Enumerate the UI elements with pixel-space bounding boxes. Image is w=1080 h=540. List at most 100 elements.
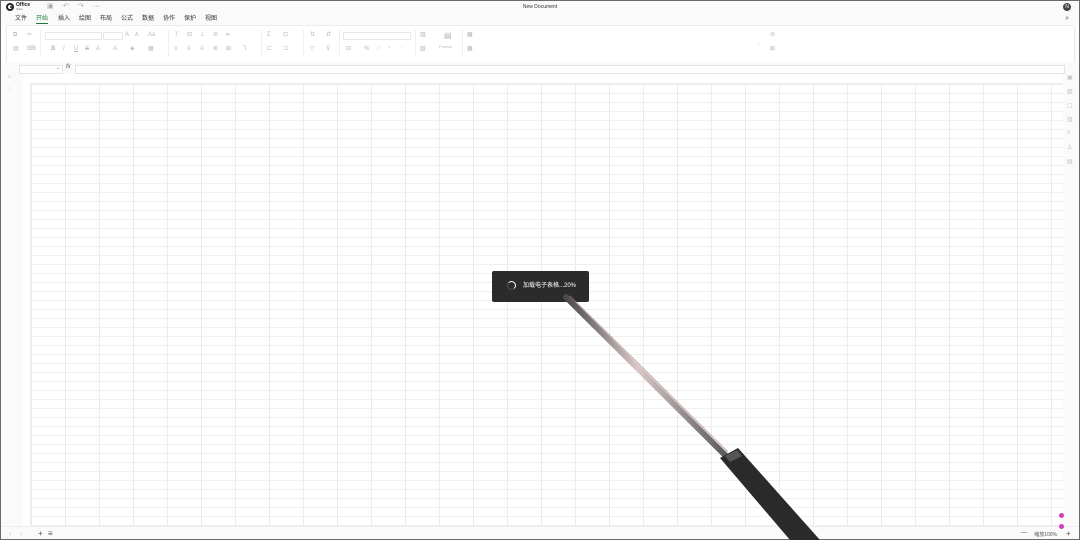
comments-icon[interactable]: ◌ — [8, 86, 12, 92]
strikethrough-icon[interactable]: S — [85, 46, 89, 53]
name-box-dropdown-icon[interactable]: ⌄ — [56, 65, 60, 72]
align-center-icon[interactable]: ≡ — [187, 46, 191, 53]
format-button-label[interactable]: Format — [439, 43, 452, 50]
sheet-list-button[interactable]: ≡ — [48, 529, 53, 538]
image-settings-icon[interactable]: ▨ — [1067, 88, 1073, 95]
increase-decimal-icon[interactable]: ⁺ — [388, 46, 391, 53]
sort-descending-icon[interactable]: ⇵ — [326, 32, 331, 39]
tab-formulas[interactable]: 公式 — [121, 15, 133, 23]
document-title: New Document — [522, 4, 558, 10]
tab-draw[interactable]: 绘图 — [79, 15, 91, 23]
left-sidebar: ⌕ ◌ — [1, 74, 23, 526]
align-top-icon[interactable]: ⊤ — [174, 32, 179, 39]
fill-color-icon[interactable]: ◈ — [130, 46, 135, 53]
cell-settings-icon[interactable]: ▣ — [1067, 74, 1073, 81]
underline-icon[interactable]: U — [74, 46, 78, 53]
formula-input[interactable] — [75, 65, 1065, 74]
copy-icon[interactable]: ⧉ — [13, 32, 17, 39]
ribbon-divider — [462, 30, 463, 56]
merge-cells-icon[interactable]: ⊞ — [226, 46, 231, 53]
filter-icon[interactable]: ▽ — [310, 46, 315, 53]
tab-protect[interactable]: 保护 — [184, 15, 196, 23]
ribbon-divider — [415, 30, 416, 56]
insert-table-icon[interactable]: ▦ — [467, 46, 473, 53]
decrease-decimal-icon[interactable]: ⁻ — [401, 46, 404, 53]
ribbon-collapse-icon[interactable]: ⌄ — [757, 39, 760, 46]
tab-view[interactable]: 视图 — [205, 15, 217, 23]
pivot-settings-icon[interactable]: ▤ — [1067, 158, 1073, 165]
align-left-icon[interactable]: ≡ — [174, 46, 178, 53]
ribbon-divider — [303, 30, 304, 56]
conditional-format-icon[interactable]: ▥ — [420, 32, 426, 39]
cell-style-icon[interactable]: ▧ — [420, 46, 426, 53]
fill-icon[interactable]: ⊡ — [283, 32, 288, 39]
zoom-level[interactable]: 缩放100% — [1034, 531, 1057, 538]
percent-icon[interactable]: % — [364, 46, 369, 53]
increase-font-icon[interactable]: A — [125, 32, 129, 39]
borders-icon[interactable]: ▦ — [148, 46, 154, 53]
title-bar: Office Suite ▣ ↶ ↷ ··· New Document N — [1, 1, 1079, 14]
subscript-icon[interactable]: A — [96, 46, 100, 53]
tab-home[interactable]: 开始 — [36, 15, 49, 24]
decrease-font-icon[interactable]: A — [135, 32, 138, 39]
insert-cells-icon[interactable]: ⊏ — [267, 46, 272, 53]
format-painter-icon[interactable]: ⌨ — [27, 46, 36, 53]
scroll-first-sheet-icon[interactable]: ‹ — [9, 529, 12, 538]
ribbon-divider — [339, 30, 340, 56]
loading-spinner-icon — [507, 281, 516, 290]
align-right-icon[interactable]: ≡ — [200, 46, 204, 53]
zoom-in-button[interactable]: + — [1066, 529, 1071, 538]
tab-layout[interactable]: 布局 — [100, 15, 112, 23]
font-size-select[interactable] — [103, 32, 123, 40]
autosum-icon[interactable]: Σ — [267, 32, 271, 39]
italic-icon[interactable]: I — [63, 46, 65, 53]
ribbon-divider — [40, 30, 41, 56]
replace-icon[interactable]: ⊠ — [770, 46, 775, 53]
scroll-last-sheet-icon[interactable]: › — [20, 529, 23, 538]
cut-icon[interactable]: ✂ — [27, 32, 32, 39]
zoom-out-button[interactable]: — — [1021, 529, 1027, 538]
text-orientation-icon[interactable]: ⊘ — [213, 32, 218, 39]
app-window: Office Suite ▣ ↶ ↷ ··· New Document N 文件… — [0, 0, 1080, 540]
avatar[interactable]: N — [1063, 3, 1071, 11]
insert-chart-icon[interactable]: ▦ — [467, 32, 473, 39]
loading-percent: 20% — [564, 283, 577, 289]
formula-bar: ⌄ fx — [1, 62, 1079, 74]
align-bottom-icon[interactable]: ⊥ — [200, 32, 205, 39]
bold-icon[interactable]: B — [51, 46, 55, 53]
change-case-icon[interactable]: Aa — [148, 32, 155, 39]
delete-cells-icon[interactable]: ⊐ — [283, 46, 288, 53]
search-icon[interactable]: ⌕ — [8, 74, 11, 81]
find-icon[interactable]: ⊜ — [770, 32, 775, 39]
number-format-select[interactable] — [343, 32, 411, 40]
sort-ascending-icon[interactable]: ⇅ — [310, 32, 315, 39]
clear-filter-icon[interactable]: ⊽ — [326, 46, 330, 53]
chart-settings-icon[interactable]: ▥ — [1067, 116, 1073, 123]
indent-icon[interactable]: ⇤ — [226, 32, 231, 39]
text-settings-icon[interactable]: ≡ — [1067, 130, 1071, 136]
fx-label[interactable]: fx — [66, 64, 71, 70]
font-color-icon[interactable]: A — [113, 46, 117, 53]
tab-insert[interactable]: 插入 — [58, 15, 70, 23]
comma-style-icon[interactable]: ♢ — [376, 46, 381, 53]
ribbon-divider — [168, 30, 169, 56]
signature-icon[interactable]: ♙ — [1067, 144, 1072, 151]
status-bar: ‹ › + ≡ — 缩放100% + — [1, 526, 1079, 539]
paste-icon[interactable]: ▤ — [13, 46, 19, 53]
font-family-select[interactable] — [45, 32, 102, 40]
tab-collaborate[interactable]: 协作 — [163, 15, 175, 23]
align-middle-icon[interactable]: ⊟ — [187, 32, 192, 39]
loading-message: 加载电子表格... — [523, 283, 565, 289]
clear-format-icon[interactable]: ⅂ — [243, 46, 246, 53]
justify-icon[interactable]: ≣ — [213, 46, 218, 53]
shape-settings-icon[interactable]: ▢ — [1067, 102, 1073, 109]
tab-data[interactable]: 数据 — [142, 15, 154, 23]
format-as-table-icon[interactable]: ▤ — [444, 32, 452, 40]
add-sheet-button[interactable]: + — [38, 529, 43, 538]
spreadsheet-grid[interactable] — [30, 83, 1063, 526]
right-sidebar: ▣ ▨ ▢ ▥ ≡ ♙ ▤ — [1063, 74, 1079, 526]
tab-file[interactable]: 文件 — [15, 15, 27, 23]
ribbon-divider — [261, 30, 262, 56]
currency-icon[interactable]: ⊟ — [346, 46, 351, 53]
search-icon[interactable]: ⌕ — [1065, 15, 1069, 23]
